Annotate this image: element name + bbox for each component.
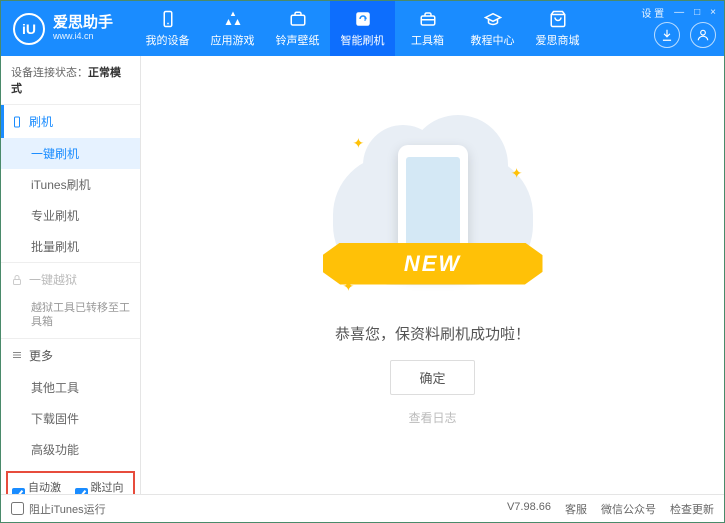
sidebar-item-other-tools[interactable]: 其他工具	[1, 372, 140, 403]
phone-icon	[11, 116, 23, 128]
nav-my-device[interactable]: 我的设备	[135, 1, 200, 56]
sidebar-item-download-fw[interactable]: 下载固件	[1, 403, 140, 434]
main-content: ✦ ✦ ✦ NEW 恭喜您，保资料刷机成功啦！ 确定 查看日志	[141, 56, 724, 494]
jailbreak-note: 越狱工具已转移至工具箱	[1, 296, 140, 338]
footer: 阻止iTunes运行 V7.98.66 客服 微信公众号 检查更新	[1, 494, 724, 522]
sidebar-item-pro-flash[interactable]: 专业刷机	[1, 200, 140, 231]
update-link[interactable]: 检查更新	[670, 501, 714, 517]
app-window: iU 爱思助手 www.i4.cn 我的设备 应用游戏 铃声壁纸 智能刷机 工具…	[0, 0, 725, 523]
nav-toolbox[interactable]: 工具箱	[395, 1, 460, 56]
success-illustration: ✦ ✦ ✦ NEW	[333, 125, 533, 305]
graduation-icon	[483, 9, 503, 29]
nav-ringtones[interactable]: 铃声壁纸	[265, 1, 330, 56]
auto-activate-checkbox[interactable]: 自动激活	[12, 479, 67, 494]
new-ribbon: NEW	[323, 243, 543, 285]
block-itunes-checkbox[interactable]: 阻止iTunes运行	[11, 501, 106, 517]
connection-status: 设备连接状态：正常模式	[1, 56, 140, 104]
maximize-button[interactable]: □	[694, 7, 700, 18]
sidebar-section-flash[interactable]: 刷机	[1, 105, 140, 138]
skip-guide-checkbox[interactable]: 跳过向导	[75, 479, 130, 494]
nav-flash[interactable]: 智能刷机	[330, 1, 395, 56]
user-button[interactable]	[690, 22, 716, 48]
refresh-icon	[353, 9, 373, 29]
header: iU 爱思助手 www.i4.cn 我的设备 应用游戏 铃声壁纸 智能刷机 工具…	[1, 1, 724, 56]
apps-icon	[223, 9, 243, 29]
app-title: 爱思助手	[53, 15, 113, 32]
header-actions	[654, 22, 716, 48]
app-subtitle: www.i4.cn	[53, 32, 113, 42]
nav-tutorial[interactable]: 教程中心	[460, 1, 525, 56]
wechat-link[interactable]: 微信公众号	[601, 501, 656, 517]
bag-icon	[548, 9, 568, 29]
main-nav: 我的设备 应用游戏 铃声壁纸 智能刷机 工具箱 教程中心 爱思商城	[135, 1, 590, 56]
sidebar-section-more[interactable]: 更多	[1, 339, 140, 372]
minimize-button[interactable]: —	[674, 7, 684, 18]
menu-icon	[11, 349, 23, 361]
window-controls: 设 置 — □ ×	[641, 5, 716, 20]
lock-icon	[11, 274, 23, 286]
briefcase-icon	[288, 9, 308, 29]
version-label: V7.98.66	[507, 501, 551, 517]
service-link[interactable]: 客服	[565, 501, 587, 517]
sidebar-section-jailbreak: 一键越狱	[1, 263, 140, 296]
settings-link[interactable]: 设 置	[641, 5, 664, 20]
view-log-link[interactable]: 查看日志	[408, 409, 456, 426]
options-box: 自动激活 跳过向导	[6, 471, 135, 494]
logo: iU 爱思助手 www.i4.cn	[1, 13, 125, 45]
download-button[interactable]	[654, 22, 680, 48]
nav-store[interactable]: 爱思商城	[525, 1, 590, 56]
close-button[interactable]: ×	[710, 7, 716, 18]
phone-icon	[158, 9, 178, 29]
sidebar-item-advanced[interactable]: 高级功能	[1, 434, 140, 465]
nav-apps[interactable]: 应用游戏	[200, 1, 265, 56]
body: 设备连接状态：正常模式 刷机 一键刷机 iTunes刷机 专业刷机 批量刷机 一…	[1, 56, 724, 494]
toolbox-icon	[418, 9, 438, 29]
sidebar: 设备连接状态：正常模式 刷机 一键刷机 iTunes刷机 专业刷机 批量刷机 一…	[1, 56, 141, 494]
sidebar-item-batch-flash[interactable]: 批量刷机	[1, 231, 140, 262]
success-message: 恭喜您，保资料刷机成功啦！	[335, 323, 530, 344]
sidebar-item-oneclick-flash[interactable]: 一键刷机	[1, 138, 140, 169]
logo-icon: iU	[13, 13, 45, 45]
sidebar-item-itunes-flash[interactable]: iTunes刷机	[1, 169, 140, 200]
ok-button[interactable]: 确定	[390, 360, 474, 395]
